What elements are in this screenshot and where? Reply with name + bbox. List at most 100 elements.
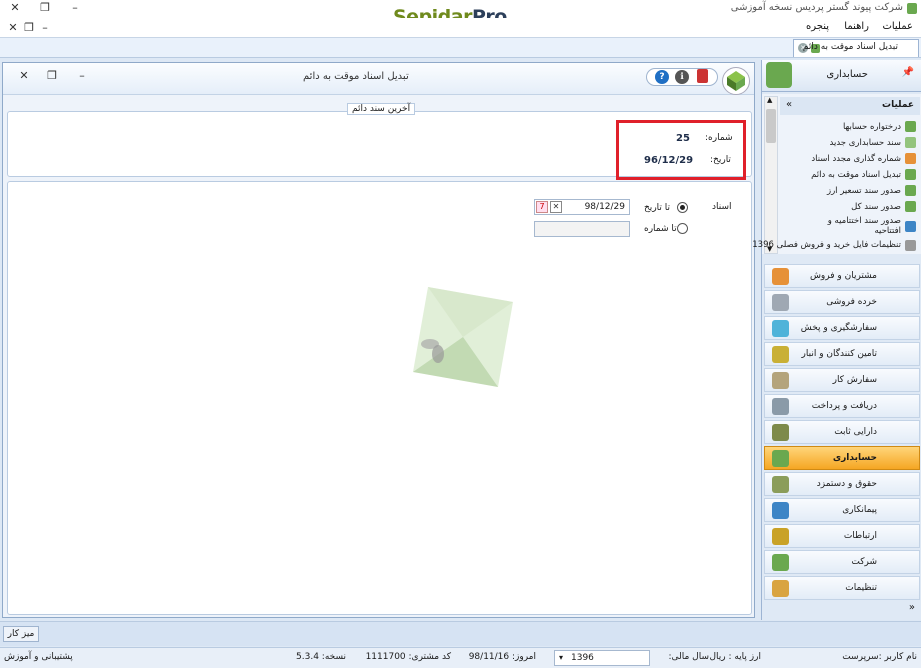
module-suppliers-inventory[interactable]: تامین کنندگان و انبار bbox=[764, 342, 920, 366]
accounting-module-icon bbox=[766, 62, 792, 88]
expand-icon[interactable]: » bbox=[909, 602, 915, 613]
to-number-input[interactable] bbox=[534, 221, 630, 237]
panel-title: حسابداری bbox=[826, 69, 868, 80]
window-close-icon[interactable]: ✕ bbox=[15, 69, 33, 83]
window-restore-icon[interactable]: ❐ bbox=[43, 69, 61, 83]
module-payroll[interactable]: حقوق و دستمزد bbox=[764, 472, 920, 496]
status-customer-code: کد مشتری: 1111700 bbox=[365, 652, 451, 662]
operations-pane: ▲ ▼ عملیات « درختواره حسابها سند حسابدار… bbox=[752, 94, 921, 254]
status-bar: نام کاربر :سرپرست ارز پایه : ریال سال ما… bbox=[0, 647, 921, 668]
fiscal-year-select[interactable]: ▾ 1396 bbox=[554, 650, 650, 666]
to-date-radio[interactable] bbox=[677, 202, 688, 213]
watermark-logo-icon bbox=[413, 287, 513, 387]
communications-icon bbox=[772, 528, 789, 545]
payroll-icon bbox=[772, 476, 789, 493]
sepidar-logo-icon bbox=[722, 67, 750, 95]
module-receipts-payments[interactable]: دریافت و پرداخت bbox=[764, 394, 920, 418]
assets-icon bbox=[772, 424, 789, 441]
company-icon bbox=[772, 554, 789, 571]
ops-header-label: عملیات bbox=[882, 100, 914, 110]
info-icon[interactable]: ℹ bbox=[675, 70, 689, 84]
op-accounts-tree[interactable]: درختواره حسابها bbox=[843, 119, 916, 134]
to-date-value: 98/12/29 bbox=[584, 202, 625, 212]
menu-bar: ✕ ❐ – عملیات راهنما پنجره bbox=[0, 18, 921, 38]
status-username: نام کاربر :سرپرست bbox=[842, 652, 917, 662]
scroll-thumb[interactable] bbox=[766, 109, 776, 143]
module-settings[interactable]: تنظیمات bbox=[764, 576, 920, 600]
ops-header[interactable]: عملیات « bbox=[780, 97, 920, 115]
tab-label: تبدیل اسناد موقت به دائم bbox=[802, 42, 898, 52]
app-title: شرکت پیوند گستر پردیس نسخه آموزشی bbox=[730, 2, 903, 13]
contracting-icon bbox=[772, 502, 789, 519]
menu-window[interactable]: پنجره bbox=[806, 21, 829, 32]
clear-icon[interactable]: ✕ bbox=[550, 201, 562, 213]
navigation-panel: حسابداری 📌 ▲ ▼ عملیات « درختواره حسابها … bbox=[752, 60, 921, 620]
to-date-label: تا تاریخ bbox=[644, 203, 671, 213]
menu-operations[interactable]: عملیات bbox=[882, 21, 913, 32]
desktop-button[interactable]: میز کار bbox=[3, 626, 39, 642]
warehouse-icon bbox=[772, 346, 789, 363]
taskbar: میز کار bbox=[0, 621, 921, 646]
op-general-voucher[interactable]: صدور سند کل bbox=[851, 199, 916, 214]
op-new-voucher[interactable]: سند حسابداری جدید bbox=[830, 135, 916, 150]
status-base-currency: ارز پایه : ریال bbox=[709, 652, 761, 662]
scroll-up-icon[interactable]: ▲ bbox=[767, 96, 772, 104]
menu-help[interactable]: راهنما bbox=[844, 21, 869, 32]
status-version: نسخه: 5.3.4 bbox=[296, 652, 346, 662]
to-number-radio[interactable] bbox=[677, 223, 688, 234]
mdi-minimize-icon[interactable]: – bbox=[36, 21, 54, 35]
restore-icon[interactable]: ❐ bbox=[36, 1, 54, 15]
panel-header: حسابداری 📌 bbox=[762, 60, 921, 92]
module-fixed-assets[interactable]: دارایی ثابت bbox=[764, 420, 920, 444]
general-voucher-icon bbox=[905, 201, 916, 212]
to-date-input[interactable]: 7 ✕ 98/12/29 bbox=[534, 199, 630, 215]
to-number-label: تا شماره bbox=[644, 224, 677, 234]
help-icon[interactable]: ? bbox=[655, 70, 669, 84]
module-ordering-distribution[interactable]: سفارشگیری و پخش bbox=[764, 316, 920, 340]
new-voucher-icon bbox=[905, 137, 916, 148]
renumber-icon bbox=[905, 153, 916, 164]
module-company[interactable]: شرکت bbox=[764, 550, 920, 574]
filter-form: اسناد تا تاریخ 7 ✕ 98/12/29 تا شماره bbox=[7, 181, 752, 615]
minimize-icon[interactable]: – bbox=[66, 1, 84, 15]
convert-icon bbox=[905, 169, 916, 180]
fx-icon bbox=[905, 185, 916, 196]
op-convert-docs[interactable]: تبدیل اسناد موقت به دائم bbox=[811, 167, 916, 182]
app-icon bbox=[907, 3, 917, 14]
op-renumber[interactable]: شماره گذاری مجدد اسناد bbox=[811, 151, 916, 166]
highlight-box bbox=[616, 120, 746, 180]
tab-convert-docs[interactable]: ✕ تبدیل اسناد موقت به دائم bbox=[793, 39, 919, 57]
calendar-icon[interactable]: 7 bbox=[536, 201, 548, 213]
closing-icon bbox=[905, 220, 916, 232]
op-closing-opening[interactable]: صدور سند اختتامیه و افتتاحیه bbox=[806, 215, 916, 237]
fiscal-year-value: 1396 bbox=[571, 653, 594, 663]
window-minimize-icon[interactable]: – bbox=[73, 69, 91, 83]
support-link[interactable]: پشتیبانی و آموزش bbox=[4, 652, 73, 662]
lock-icon[interactable] bbox=[697, 69, 708, 83]
module-accounting[interactable]: حسابداری bbox=[764, 446, 920, 470]
accounting-icon bbox=[772, 450, 789, 467]
window-header: ✕ ❐ – تبدیل اسناد موقت به دائم ? ℹ bbox=[3, 63, 754, 95]
document-tab-strip: ✕ تبدیل اسناد موقت به دائم bbox=[0, 38, 921, 58]
convert-docs-window: ✕ ❐ – تبدیل اسناد موقت به دائم ? ℹ آخرین… bbox=[2, 62, 755, 618]
title-bar: ✕ ❐ – SepidarPro شرکت پیوند گستر پردیس ن… bbox=[0, 0, 921, 28]
op-fx-revaluation[interactable]: صدور سند تسعیر ارز bbox=[827, 183, 916, 198]
window-title: تبدیل اسناد موقت به دائم bbox=[303, 71, 409, 82]
scrollbar[interactable]: ▲ ▼ bbox=[764, 96, 778, 254]
close-icon[interactable]: ✕ bbox=[6, 1, 24, 15]
module-customers-sales[interactable]: مشتریان و فروش bbox=[764, 264, 920, 288]
pin-icon[interactable]: 📌 bbox=[902, 67, 914, 78]
op-seasonal-file[interactable]: تنظیمات فایل خرید و فروش فصلی 1396 bbox=[752, 238, 916, 252]
settings-icon bbox=[772, 580, 789, 597]
payment-icon bbox=[772, 398, 789, 415]
module-contracting[interactable]: پیمانکاری bbox=[764, 498, 920, 522]
module-work-order[interactable]: سفارش کار bbox=[764, 368, 920, 392]
tree-icon bbox=[905, 121, 916, 132]
group-caption: آخرین سند دائم bbox=[347, 103, 416, 115]
collapse-icon[interactable]: « bbox=[786, 99, 792, 110]
sales-chart-icon bbox=[772, 268, 789, 285]
module-communications[interactable]: ارتباطات bbox=[764, 524, 920, 548]
settings-file-icon bbox=[905, 239, 916, 251]
module-retail[interactable]: خرده فروشی bbox=[764, 290, 920, 314]
status-today: امروز: 98/11/16 bbox=[468, 652, 536, 662]
